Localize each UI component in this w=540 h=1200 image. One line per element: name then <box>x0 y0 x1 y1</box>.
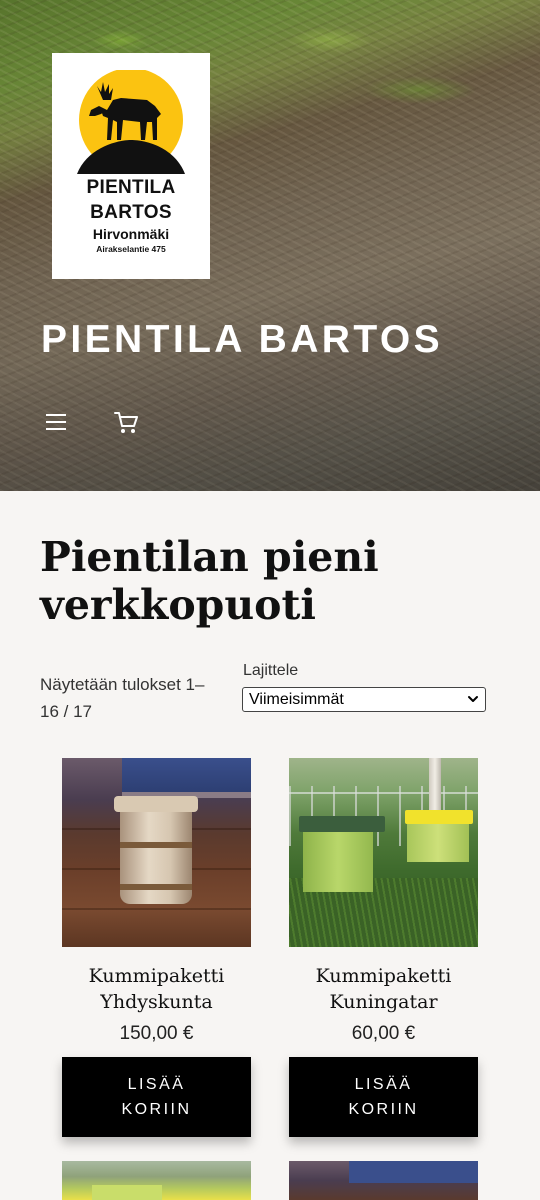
button-label-line-1: LISÄÄ <box>354 1076 413 1093</box>
site-logo[interactable]: PIENTILA BARTOS Hirvonmäki Airakselantie… <box>52 53 210 279</box>
logo-line-4: Airakselantie 475 <box>96 244 166 254</box>
page-title: Pientilan pieni verkkopuoti <box>40 533 379 629</box>
product-image[interactable] <box>289 758 478 947</box>
add-to-cart-button[interactable]: LISÄÄ KORIIN <box>62 1057 251 1137</box>
button-label-line-2: KORIIN <box>348 1101 419 1118</box>
product-price: 60,00 € <box>351 1023 416 1044</box>
logo-line-2: BARTOS <box>90 202 172 223</box>
sort-select[interactable]: Viimeisimmät <box>242 687 486 712</box>
logo-line-3: Hirvonmäki <box>92 226 170 242</box>
product-image[interactable] <box>62 1161 251 1200</box>
result-count: Näytetään tulokset 1–16 / 17 <box>40 675 205 721</box>
sort-selected-value: Viimeisimmät <box>249 691 344 708</box>
hero-header: PIENTILA BARTOS Hirvonmäki Airakselantie… <box>0 0 540 491</box>
product-price: 150,00 € <box>119 1023 194 1044</box>
add-to-cart-button[interactable]: LISÄÄ KORIIN <box>289 1057 478 1137</box>
shopping-cart-icon[interactable] <box>112 408 140 436</box>
button-label-line-2: KORIIN <box>121 1101 192 1118</box>
product-image[interactable] <box>289 1161 478 1200</box>
product-name[interactable]: Kummipaketti Kuningatar <box>289 963 478 1015</box>
logo-line-1: PIENTILA <box>86 177 176 198</box>
chevron-down-icon <box>468 696 478 702</box>
product-image[interactable] <box>62 758 251 947</box>
product-card: Kummipaketti Kuningatar 60,00 € LISÄÄ KO… <box>289 758 478 1137</box>
product-name[interactable]: Kummipaketti Yhdyskunta <box>62 963 251 1015</box>
hamburger-menu-icon[interactable] <box>44 410 68 434</box>
site-title[interactable]: PIENTILA BARTOS <box>41 318 443 362</box>
product-card: Kummipaketti Yhdyskunta 150,00 € LISÄÄ K… <box>62 758 251 1137</box>
sort-label: Lajittele <box>243 662 299 679</box>
button-label-line-1: LISÄÄ <box>127 1076 186 1093</box>
moose-sun-logo-icon <box>77 70 185 174</box>
